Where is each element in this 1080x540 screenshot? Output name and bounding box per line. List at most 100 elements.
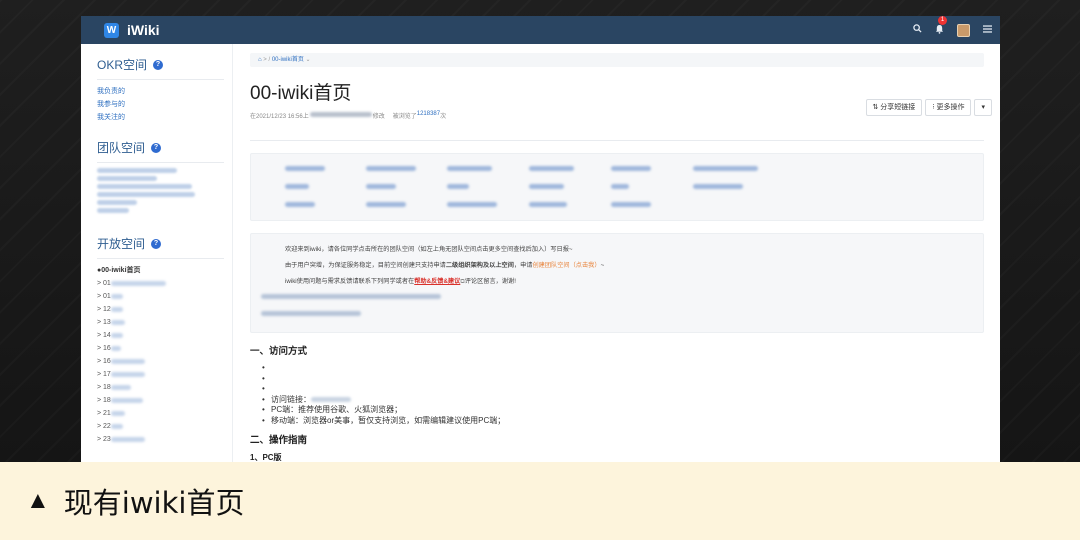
tree-item-label [110, 359, 145, 364]
tree-item-label [110, 424, 123, 429]
search-icon[interactable] [913, 24, 922, 36]
main-content: ⌂ > / 00-iwiki首页 ⌄ 00-iwiki首页 在2021/12/2… [233, 44, 1000, 462]
okr-space-title[interactable]: OKR空间? [97, 56, 232, 73]
tree-item[interactable]: > 22 [97, 420, 232, 433]
modified-suffix: 修改 [372, 114, 385, 120]
top-actions: 1 [900, 16, 992, 44]
list-item [262, 374, 1000, 385]
tree-item[interactable]: > 18 [97, 394, 232, 407]
tree-item-number: > 12 [97, 306, 111, 313]
tree-item-label [110, 385, 131, 390]
sidebar-item-my-responsible[interactable]: 我负责的 [97, 85, 232, 98]
team-space-link[interactable] [97, 208, 129, 213]
tree-item-number: > 13 [97, 319, 111, 326]
views-prefix: 被浏览了 [392, 114, 417, 120]
team-space-link[interactable] [97, 200, 137, 205]
blurred-contact-line [261, 294, 441, 299]
home-icon[interactable]: ⌂ [258, 57, 262, 63]
modified-prefix: 在2021/12/23 16:56上 [250, 114, 309, 120]
brand[interactable]: W iWiki [104, 22, 160, 38]
subsection-pc: 1、PC版 [250, 453, 282, 462]
tree-item-label [110, 398, 143, 403]
team-space-title[interactable]: 团队空间? [97, 139, 232, 156]
tree-item[interactable]: > 16 [97, 342, 232, 355]
tree-item-current[interactable]: ●00-iwiki首页 [97, 264, 232, 277]
blurred-link-panel [250, 153, 984, 221]
access-link[interactable] [311, 396, 351, 402]
tree-item[interactable]: > 13 [97, 316, 232, 329]
sidebar: OKR空间? 我负责的 我参与的 我关注的 团队空间? 开放空间? ●00-iw… [81, 44, 233, 462]
welcome-notice: 欢迎来到iwiki，请各位同学点击所在的团队空间（如左上角无团队空间点击更多空间… [250, 233, 984, 333]
help-icon[interactable]: ? [151, 238, 162, 249]
help-icon[interactable]: ? [153, 59, 164, 70]
team-space-link[interactable] [97, 168, 177, 173]
tree-item-label [110, 411, 125, 416]
tree-item-number: > 21 [97, 410, 111, 417]
bell-icon[interactable]: 1 [935, 16, 947, 37]
list-item [262, 384, 1000, 395]
notice-line-3: iwiki使用问题与需求反馈请联系下列同学或者在帮助&反馈&建议⧉评论区留言，谢… [285, 278, 516, 285]
top-nav-bar: W iWiki 1 [81, 16, 1000, 44]
tree-item[interactable]: > 12 [97, 303, 232, 316]
tree-item-label [110, 346, 121, 351]
tree-item-number: > 18 [97, 384, 111, 391]
tree-item-number: > 01 [97, 280, 111, 287]
page-actions: ⇅ 分享短链接 ⁝ 更多操作 ▾ [863, 99, 992, 116]
tree-item-number: > 16 [97, 345, 111, 352]
list-item: 移动端：浏览器or美事，暂仅支持浏览，如需编辑建议使用PC端； [262, 416, 1000, 427]
tree-item[interactable]: > 23 [97, 433, 232, 446]
tree-item-label [110, 320, 125, 325]
sidebar-item-my-participating[interactable]: 我参与的 [97, 98, 232, 111]
divider [97, 258, 224, 259]
author-name[interactable] [309, 112, 372, 117]
blurred-contact-line [261, 311, 361, 316]
team-space-link[interactable] [97, 176, 157, 181]
tree-item-number: > 01 [97, 293, 111, 300]
tree-item[interactable]: > 16 [97, 355, 232, 368]
tree-item[interactable]: > 17 [97, 368, 232, 381]
share-link-button[interactable]: ⇅ 分享短链接 [865, 99, 923, 116]
team-space-link[interactable] [97, 192, 195, 197]
help-icon[interactable]: ? [151, 142, 162, 153]
tree-item-number: > 14 [97, 332, 111, 339]
section-heading-access: 一、访问方式 [250, 346, 308, 357]
tree-item[interactable]: > 01 [97, 277, 232, 290]
menu-icon[interactable] [983, 24, 992, 36]
caption-text: 现有iwiki首页 [63, 486, 245, 520]
breadcrumb-separator: > / [263, 57, 271, 63]
list-item [262, 363, 1000, 374]
more-actions-button[interactable]: ⁝ 更多操作 [925, 99, 972, 116]
open-space-title[interactable]: 开放空间? [97, 235, 232, 252]
notice-line-1: 欢迎来到iwiki，请各位同学点击所在的团队空间（如左上角无团队空间点击更多空间… [285, 246, 573, 253]
tree-item-label [110, 307, 123, 312]
views-count[interactable]: 1218387 [417, 111, 440, 120]
divider [250, 140, 984, 141]
chevron-down-icon[interactable]: ⌄ [306, 57, 311, 63]
team-space-link[interactable] [97, 184, 192, 189]
access-list: 访问链接： PC端：推荐使用谷歌、火狐浏览器； 移动端：浏览器or美事，暂仅支持… [250, 363, 1000, 426]
tree-item-label [110, 333, 123, 338]
notice-line-2: 由于用户突增，为保证服务稳定，目前空间创建只支持申请二级组织架构及以上空间，申请… [285, 262, 605, 269]
tree-item[interactable]: > 18 [97, 381, 232, 394]
notification-badge: 1 [938, 16, 947, 25]
tree-item[interactable]: > 21 [97, 407, 232, 420]
triangle-marker-icon: ▲ [26, 487, 50, 514]
page-tree: > 01 > 01 > 12 > 13 > 14 > 16 > 16 > 17 > 18 > 18… [97, 277, 232, 446]
section-heading-guide: 二、操作指南 [250, 435, 308, 446]
app-name: iWiki [127, 22, 160, 38]
browser-window: W iWiki 1 OKR空间? 我负责的 我参与的 我关注的 团队空间? 开放… [81, 16, 1000, 462]
create-team-space-link[interactable]: 创建团队空间（点击我） [533, 262, 601, 269]
avatar-icon[interactable] [957, 23, 970, 37]
tree-item-label [110, 372, 145, 377]
tree-item-number: > 16 [97, 358, 111, 365]
tree-item[interactable]: > 14 [97, 329, 232, 342]
views-suffix: 次 [440, 114, 447, 120]
tree-item-number: > 22 [97, 423, 111, 430]
tree-item-label [110, 281, 166, 286]
caption-bar: ▲ 现有iwiki首页 [0, 462, 1080, 540]
help-feedback-link[interactable]: 帮助&反馈&建议 [414, 278, 460, 285]
tree-item[interactable]: > 01 [97, 290, 232, 303]
breadcrumb-current[interactable]: 00-iwiki首页 [272, 57, 304, 63]
sidebar-item-my-following[interactable]: 我关注的 [97, 111, 232, 124]
more-actions-dropdown[interactable]: ▾ [974, 99, 992, 116]
